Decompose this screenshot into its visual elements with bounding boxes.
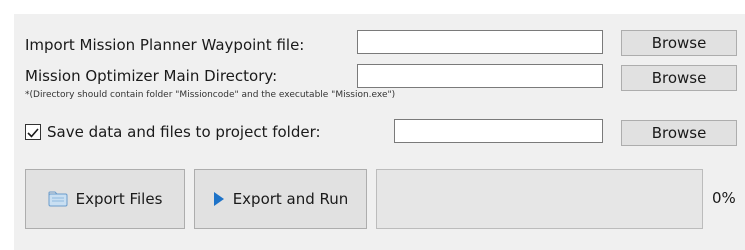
checkmark-icon (27, 128, 39, 138)
export-files-button[interactable]: Export Files (25, 169, 185, 229)
save-to-project-checkbox[interactable] (25, 124, 41, 140)
main-directory-label: Mission Optimizer Main Directory: (25, 67, 278, 85)
export-and-run-label: Export and Run (232, 190, 349, 208)
main-directory-input[interactable] (357, 64, 603, 88)
export-files-label: Export Files (75, 190, 163, 208)
directory-browse-button[interactable]: Browse (621, 65, 737, 91)
export-and-run-button[interactable]: Export and Run (194, 169, 367, 229)
export-panel: Import Mission Planner Waypoint file: Br… (14, 14, 745, 250)
waypoint-browse-button[interactable]: Browse (621, 30, 737, 56)
directory-note: *(Directory should contain folder "Missi… (25, 90, 396, 100)
project-browse-button[interactable]: Browse (621, 120, 737, 146)
save-to-project-label: Save data and files to project folder: (47, 123, 321, 141)
progress-percent: 0% (712, 189, 736, 207)
project-folder-input[interactable] (394, 119, 603, 143)
waypoint-file-label: Import Mission Planner Waypoint file: (25, 36, 305, 54)
folder-files-icon (48, 191, 68, 207)
play-icon (213, 192, 224, 206)
export-progress-bar (376, 169, 703, 229)
waypoint-file-input[interactable] (357, 30, 603, 54)
